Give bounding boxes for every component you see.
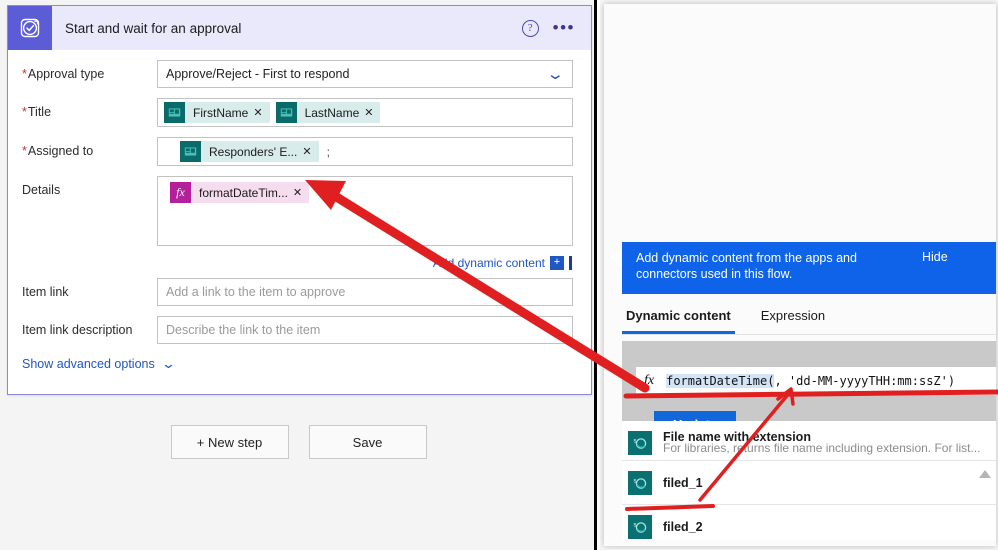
- label-details: Details: [22, 183, 61, 197]
- expression-editor-strip: fx formatDateTime(, 'dd-MM-yyyyTHH:mm:ss…: [622, 341, 996, 437]
- field-row-approval-type: *Approval type Approve/Reject - First to…: [22, 60, 573, 88]
- list-item-title: filed_2: [663, 520, 703, 534]
- help-icon[interactable]: ?: [521, 19, 539, 37]
- chevron-down-icon: ⌄: [546, 65, 566, 83]
- assigned-to-separator: ;: [326, 144, 330, 159]
- list-item-texts: File name with extension For libraries, …: [663, 427, 988, 455]
- banner-hide-link[interactable]: Hide: [922, 250, 948, 264]
- approval-action-card: Start and wait for an approval ? ••• *Ap…: [7, 5, 592, 395]
- label-approval-type: *Approval type: [22, 67, 105, 81]
- details-input[interactable]: fx formatDateTim... ✕: [157, 176, 573, 246]
- remove-token-icon[interactable]: ✕: [302, 145, 318, 158]
- dynamic-content-pane: Add dynamic content from the apps and co…: [600, 0, 998, 550]
- label-item-link: Item link: [22, 285, 69, 299]
- new-step-button[interactable]: + New step: [170, 425, 289, 459]
- required-marker: *: [22, 105, 27, 119]
- item-link-description-input[interactable]: Describe the link to the item: [157, 316, 573, 344]
- list-item-title: File name with extension: [663, 430, 811, 444]
- label-title: *Title: [22, 105, 52, 119]
- flow-designer-pane: Start and wait for an approval ? ••• *Ap…: [0, 0, 597, 550]
- show-advanced-options-label: Show advanced options: [22, 357, 155, 371]
- designer-button-row: + New step Save: [0, 425, 597, 459]
- fx-icon: fx: [644, 373, 655, 388]
- tab-dynamic-content[interactable]: Dynamic content: [622, 299, 735, 334]
- banner-text: Add dynamic content from the apps and co…: [636, 251, 857, 281]
- header-actions: ? •••: [521, 19, 591, 37]
- save-button[interactable]: Save: [308, 425, 427, 459]
- list-item[interactable]: s File name with extension For libraries…: [622, 421, 996, 461]
- dynamic-content-list: s File name with extension For libraries…: [622, 421, 996, 540]
- token-label: FirstName: [193, 105, 249, 120]
- add-dynamic-content-row: Add dynamic content +: [22, 256, 573, 270]
- approval-checkmark-icon: [8, 6, 52, 50]
- remove-token-icon[interactable]: ✕: [253, 106, 269, 119]
- sharepoint-icon: s: [628, 431, 652, 455]
- scroll-up-arrow-icon[interactable]: [979, 470, 991, 478]
- flyout-tabs: Dynamic content Expression: [622, 299, 996, 335]
- token-label: formatDateTim...: [199, 185, 288, 200]
- expression-text: formatDateTime(, 'dd-MM-yyyyTHH:mm:ssZ'): [666, 374, 955, 388]
- required-marker: *: [22, 144, 27, 158]
- dynamic-token-responders-email[interactable]: Responders' E... ✕: [180, 141, 319, 162]
- label-assigned-to: *Assigned to: [22, 144, 94, 158]
- forms-icon: [164, 102, 185, 123]
- action-form: *Approval type Approve/Reject - First to…: [8, 50, 591, 372]
- token-label: Responders' E...: [209, 144, 298, 159]
- expression-rest: , 'dd-MM-yyyyTHH:mm:ssZ'): [774, 374, 956, 388]
- sharepoint-icon: s: [628, 470, 652, 495]
- field-row-assigned-to: *Assigned to Responders' E... ✕ ;: [22, 137, 573, 166]
- page-title: Start and wait for an approval: [65, 20, 242, 36]
- banner-pointer-icon: [610, 246, 622, 268]
- approval-type-dropdown[interactable]: Approve/Reject - First to respond ⌄: [157, 60, 573, 88]
- text-cursor: [569, 256, 572, 270]
- item-link-input[interactable]: Add a link to the item to approve: [157, 278, 573, 306]
- remove-token-icon[interactable]: ✕: [293, 186, 309, 199]
- expression-token-formatdatetime[interactable]: fx formatDateTim... ✕: [170, 182, 310, 203]
- field-row-title: *Title FirstName ✕ LastName ✕: [22, 98, 573, 127]
- label-item-link-description: Item link description: [22, 323, 133, 337]
- action-card-header: Start and wait for an approval ? •••: [8, 6, 591, 50]
- list-item[interactable]: s filed_2: [622, 505, 996, 540]
- list-item-texts: filed_1: [663, 476, 988, 490]
- forms-icon: [275, 102, 297, 123]
- forms-icon: [180, 141, 201, 162]
- token-label: LastName: [304, 105, 360, 120]
- title-input[interactable]: FirstName ✕ LastName ✕: [157, 98, 573, 127]
- dynamic-token-firstname[interactable]: FirstName ✕: [164, 102, 270, 123]
- fx-icon: fx: [170, 182, 191, 203]
- approval-type-value: Approve/Reject - First to respond: [166, 67, 350, 81]
- show-advanced-options-toggle[interactable]: Show advanced options ⌄: [22, 356, 573, 372]
- add-dynamic-content-plus-icon[interactable]: +: [550, 256, 564, 270]
- list-item-title: filed_1: [663, 475, 703, 490]
- remove-token-icon[interactable]: ✕: [364, 106, 380, 119]
- screenshot-root: Start and wait for an approval ? ••• *Ap…: [0, 0, 998, 550]
- field-row-item-link: Item link Add a link to the item to appr…: [22, 278, 573, 306]
- required-marker: *: [22, 67, 27, 81]
- list-item-texts: filed_2: [663, 520, 988, 534]
- more-menu-icon[interactable]: •••: [553, 19, 575, 36]
- tab-expression[interactable]: Expression: [757, 299, 829, 334]
- sharepoint-icon: s: [628, 515, 652, 539]
- add-dynamic-content-link[interactable]: Add dynamic content: [433, 256, 545, 270]
- dynamic-content-flyout: Add dynamic content from the apps and co…: [604, 4, 996, 546]
- assigned-to-input[interactable]: Responders' E... ✕ ;: [157, 137, 573, 166]
- expression-input[interactable]: fx formatDateTime(, 'dd-MM-yyyyTHH:mm:ss…: [636, 367, 996, 395]
- field-row-item-link-description: Item link description Describe the link …: [22, 316, 573, 344]
- list-item[interactable]: s filed_1: [622, 461, 996, 505]
- field-row-details: Details fx formatDateTim... ✕: [22, 176, 573, 246]
- expression-highlighted: formatDateTime(: [666, 374, 775, 388]
- chevron-down-icon: ⌄: [160, 356, 176, 371]
- dynamic-token-lastname[interactable]: LastName ✕: [275, 102, 381, 123]
- dynamic-content-banner: Add dynamic content from the apps and co…: [610, 242, 996, 294]
